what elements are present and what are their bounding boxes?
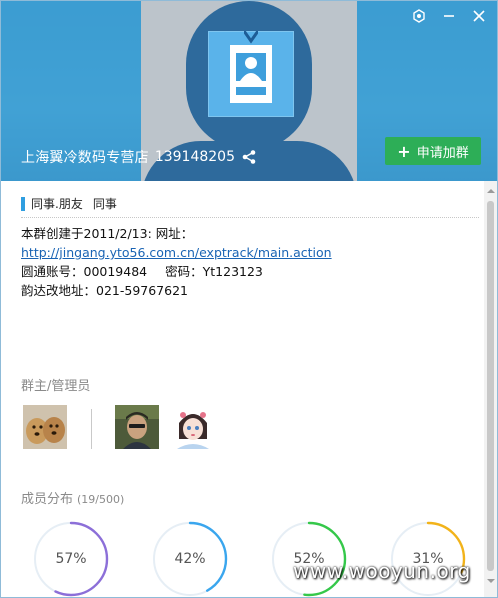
group-description: 本群创建于2011/2/13: 网址： http://jingang.yto56… xyxy=(21,224,332,300)
description-line: 韵达改地址：021-59767621 xyxy=(21,283,188,298)
owner-avatar-dogs[interactable] xyxy=(23,405,67,449)
tag-marker xyxy=(21,196,25,211)
scroll-down-icon[interactable] xyxy=(487,579,495,583)
settings-icon[interactable] xyxy=(411,9,427,25)
group-tags: 同事.朋友 同事 xyxy=(21,195,117,212)
scroll-up-icon[interactable] xyxy=(487,189,495,193)
id-card-photo xyxy=(236,53,266,81)
window-controls xyxy=(411,9,487,25)
group-header: 上海翼冷数码专营店 139148205 + 申请加群 xyxy=(1,1,497,181)
description-link[interactable]: http://jingang.yto56.com.cn/exptrack/mai… xyxy=(21,245,332,260)
description-line: 本群创建于2011/2/13: 网址： xyxy=(21,226,194,241)
group-id: 139148205 xyxy=(154,149,235,165)
admins-title: 群主/管理员 xyxy=(21,379,91,394)
close-icon[interactable] xyxy=(471,9,487,25)
members-title: 成员分布 (19/500) xyxy=(21,492,125,507)
group-badge-icon xyxy=(208,31,294,117)
ring-percentage: 57% xyxy=(55,551,87,567)
group-name: 上海翼冷数码专营店 xyxy=(21,150,149,166)
vertical-scrollbar[interactable] xyxy=(484,181,497,597)
admin-avatar-girl[interactable] xyxy=(171,405,215,449)
tags-divider xyxy=(21,217,479,218)
tag-item: 同事 xyxy=(92,197,117,211)
group-info-window: 上海翼冷数码专营店 139148205 + 申请加群 同事.朋友 同事 本群创建… xyxy=(0,0,498,598)
watermark-text: www.wooyun.org xyxy=(293,559,471,583)
distribution-ring-2: 42% xyxy=(152,521,228,597)
group-details: 同事.朋友 同事 本群创建于2011/2/13: 网址： http://jing… xyxy=(1,181,483,597)
minimize-icon[interactable] xyxy=(441,9,457,25)
join-group-button[interactable]: + 申请加群 xyxy=(385,137,481,165)
description-line: 圆通账号：00019484 密码：Yt123123 xyxy=(21,264,263,279)
admin-separator xyxy=(91,409,92,449)
join-group-label: 申请加群 xyxy=(416,145,469,161)
group-title-row: 上海翼冷数码专营店 139148205 xyxy=(21,147,257,167)
id-card-icon xyxy=(230,45,272,103)
member-count: (19/500) xyxy=(77,493,125,506)
share-icon[interactable] xyxy=(241,149,257,165)
scroll-thumb[interactable] xyxy=(487,201,494,571)
plus-icon: + xyxy=(397,141,411,161)
distribution-ring-1: 57% xyxy=(33,521,109,597)
admin-avatar-man[interactable] xyxy=(115,405,159,449)
ring-percentage: 42% xyxy=(174,551,206,567)
tag-item: 同事.朋友 xyxy=(31,197,83,211)
id-card-bar xyxy=(236,87,266,95)
